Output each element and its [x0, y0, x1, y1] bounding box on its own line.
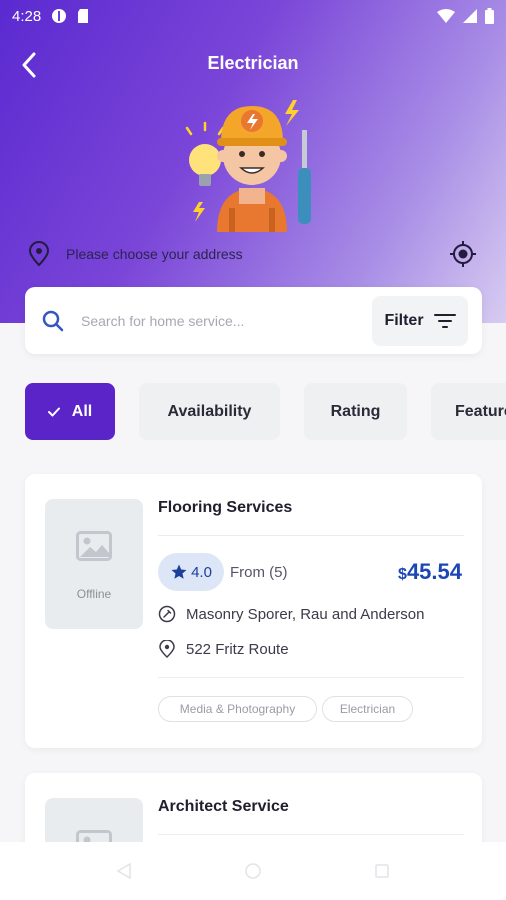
filter-button[interactable]: Filter: [372, 295, 468, 346]
address-row[interactable]: Please choose your address: [28, 240, 478, 268]
category-tag[interactable]: Media & Photography: [158, 696, 317, 722]
page-title: Electrician: [207, 53, 299, 73]
nav-back-button[interactable]: [104, 851, 144, 891]
system-nav-bar: [0, 842, 506, 900]
nav-home-icon: [245, 863, 261, 879]
service-title: Flooring Services: [158, 499, 293, 516]
electrician-illustration: [185, 100, 311, 232]
search-icon: [42, 310, 64, 331]
service-card[interactable]: Offline Flooring Services 4.0 From (5) $…: [25, 474, 482, 748]
address-placeholder: Please choose your address: [66, 246, 243, 262]
provider-name: Masonry Sporer, Rau and Anderson: [186, 605, 425, 623]
divider: [158, 535, 464, 536]
chip-label: Rating: [330, 402, 381, 420]
availability-status: Offline: [76, 587, 112, 601]
chip-all[interactable]: All: [25, 383, 115, 440]
chip-rating[interactable]: Rating: [304, 383, 407, 440]
rating-value: 4.0: [191, 563, 212, 581]
provider-row: Masonry Sporer, Rau and Anderson: [158, 605, 424, 623]
signal-icon: [463, 9, 477, 23]
location-pin-icon: [28, 241, 50, 267]
filter-chips: All Availability Rating Featured: [25, 383, 506, 440]
nav-recents-button[interactable]: [362, 851, 402, 891]
price-value: 45.54: [406, 559, 462, 584]
category-tag[interactable]: Electrician: [322, 696, 413, 722]
app-notification-icon: [52, 9, 67, 23]
review-count: From (5): [230, 564, 288, 581]
filter-icon: [433, 313, 456, 328]
star-icon: [171, 564, 187, 579]
locate-target-icon: [450, 241, 476, 267]
search-input[interactable]: [81, 312, 372, 329]
check-icon: [47, 407, 60, 416]
battery-icon: [485, 8, 494, 24]
provider-icon: [158, 605, 176, 623]
status-bar: 4:28: [0, 0, 506, 32]
chip-availability[interactable]: Availability: [139, 383, 280, 440]
nav-recents-icon: [374, 864, 389, 878]
status-time: 4:28: [12, 7, 42, 25]
address-info-row: 522 Fritz Route: [158, 640, 289, 658]
search-bar: Filter: [25, 287, 482, 354]
location-pin-icon: [159, 640, 175, 658]
service-title: Architect Service: [158, 798, 289, 815]
chip-featured[interactable]: Featured: [431, 383, 506, 440]
header-banner: Electrician Please choose your address: [0, 0, 506, 323]
chip-label: Featured: [455, 402, 506, 420]
chip-label: All: [71, 402, 93, 420]
chip-label: Availability: [167, 402, 252, 420]
filter-label: Filter: [384, 311, 424, 329]
nav-back-icon: [116, 862, 132, 880]
divider: [158, 677, 464, 678]
currency-symbol: $: [398, 566, 407, 583]
nav-home-button[interactable]: [233, 851, 273, 891]
rating-badge: 4.0: [158, 553, 224, 591]
image-placeholder-icon: [76, 531, 112, 561]
service-thumbnail: Offline: [45, 499, 143, 629]
locate-me-button[interactable]: [448, 239, 478, 269]
wifi-icon: [437, 9, 455, 23]
service-address: 522 Fritz Route: [186, 640, 289, 658]
sd-card-icon: [78, 9, 89, 23]
service-price: $45.54: [398, 559, 462, 585]
divider: [158, 834, 464, 835]
